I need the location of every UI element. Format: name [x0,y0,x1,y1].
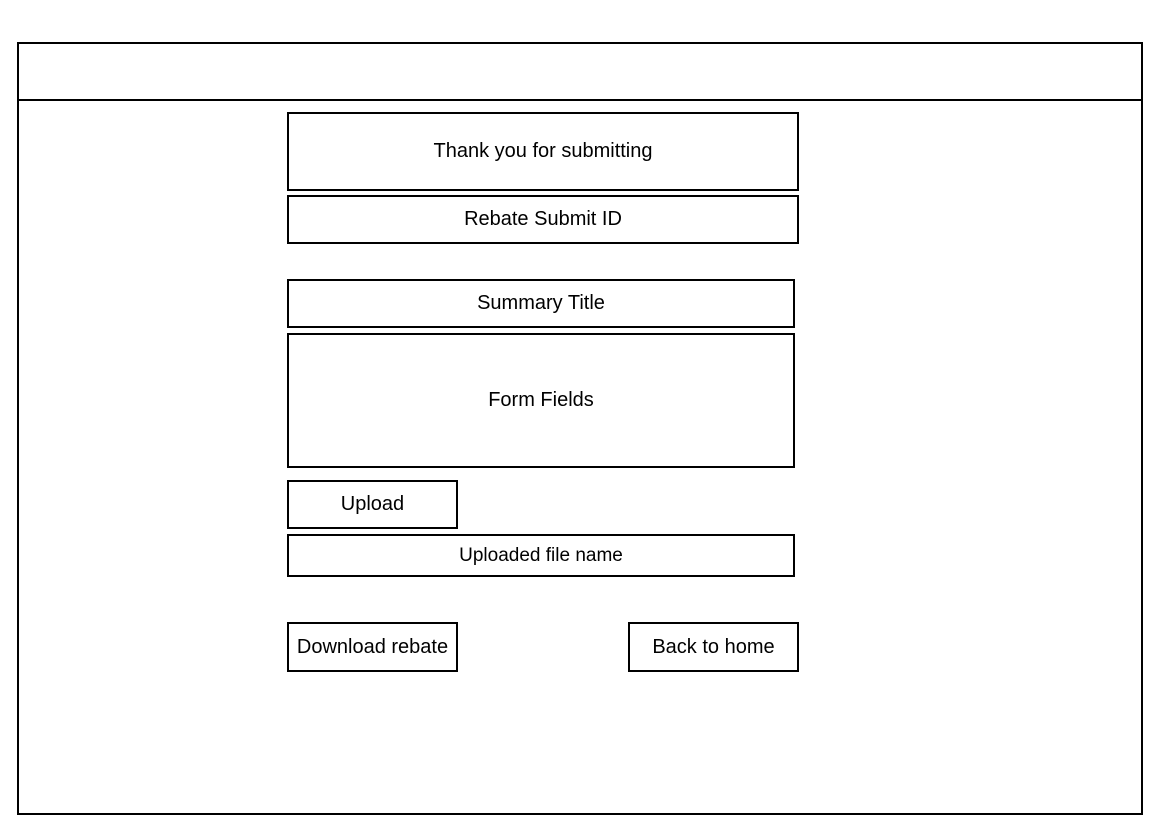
form-fields-area: Form Fields [287,333,795,468]
download-rebate-button[interactable]: Download rebate [287,622,458,672]
rebate-submit-id: Rebate Submit ID [287,195,799,244]
uploaded-file-name: Uploaded file name [287,534,795,577]
back-to-home-label: Back to home [652,635,775,658]
uploaded-file-name-text: Uploaded file name [459,544,623,566]
summary-title: Summary Title [287,279,795,328]
rebate-submit-id-label: Rebate Submit ID [464,208,622,230]
header-bar [19,44,1141,101]
upload-button[interactable]: Upload [287,480,458,529]
back-to-home-button[interactable]: Back to home [628,622,799,672]
summary-title-text: Summary Title [477,292,605,314]
thank-you-message: Thank you for submitting [287,112,799,191]
thank-you-text: Thank you for submitting [433,140,653,162]
form-fields-text: Form Fields [488,389,594,411]
download-rebate-label: Download rebate [296,635,449,658]
upload-button-label: Upload [340,493,405,515]
